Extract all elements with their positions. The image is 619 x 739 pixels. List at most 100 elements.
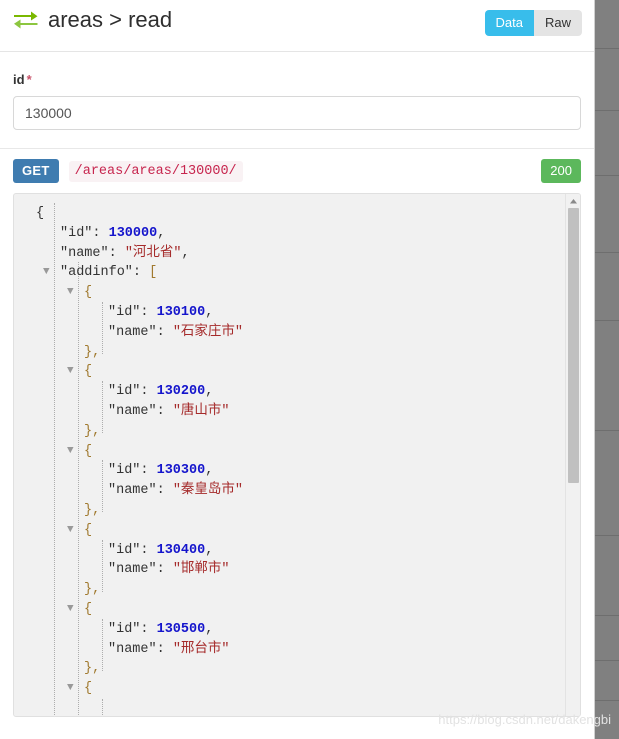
json-separator: :: [108, 245, 125, 261]
json-line: ▼{: [14, 679, 580, 699]
json-comma: ,: [205, 542, 214, 558]
json-line: ▼{: [14, 600, 580, 620]
exchange-arrows-icon: [14, 11, 38, 29]
json-brace: {: [84, 522, 93, 538]
json-line: },: [14, 659, 580, 679]
json-value: "河北省": [124, 245, 182, 261]
json-line-content: "name": "石家庄市": [14, 325, 243, 340]
json-line: "name": "唐山市": [14, 402, 580, 422]
json-line: "id": 130400,: [14, 541, 580, 561]
json-value: 130300: [156, 463, 206, 479]
json-value: 130400: [156, 542, 206, 558]
tab-data[interactable]: Data: [484, 10, 534, 36]
json-comma: ,: [205, 463, 214, 479]
json-line-content: "addinfo": [: [14, 265, 157, 280]
json-line-content: "id": 130400,: [14, 543, 213, 558]
json-brace: {: [84, 364, 93, 380]
json-line: ▼{: [14, 362, 580, 382]
json-key: "name": [108, 641, 157, 657]
json-brace: },: [84, 423, 101, 439]
json-line: "name": "河北省",: [14, 244, 580, 264]
json-key: "name": [108, 562, 157, 578]
json-value: "邯郸市": [172, 562, 230, 578]
json-key: "id": [108, 304, 141, 320]
id-input[interactable]: [13, 96, 581, 130]
json-line-content: "name": "河北省",: [14, 246, 190, 261]
json-key: "name": [60, 245, 109, 261]
collapse-triangle-icon[interactable]: ▼: [67, 283, 74, 303]
json-brace: {: [84, 681, 93, 697]
panel-header: areas > read Data Raw: [0, 0, 594, 52]
json-response-viewer: {"id": 130000, "name": "河北省", ▼ "addinfo": …: [13, 193, 581, 717]
json-line: "name": "邢台市": [14, 640, 580, 660]
json-line: "name": "石家庄市": [14, 323, 580, 343]
json-brace: {: [84, 285, 93, 301]
json-separator: :: [140, 542, 157, 558]
json-value: 130500: [156, 621, 206, 637]
json-line-content: },: [14, 582, 100, 597]
request-summary: GET /areas/areas/130000/ 200: [0, 149, 594, 193]
json-key: "id": [108, 384, 141, 400]
json-line: "id": 130500,: [14, 620, 580, 640]
json-line-content: "id": 130300,: [14, 463, 213, 478]
json-line-content: },: [14, 424, 100, 439]
json-separator: :: [92, 225, 109, 241]
json-key: "name": [108, 403, 157, 419]
view-mode-toggle[interactable]: Data Raw: [484, 10, 582, 36]
json-comma: ,: [205, 621, 214, 637]
json-line-content: },: [14, 345, 100, 360]
collapse-triangle-icon[interactable]: ▼: [67, 442, 74, 462]
json-key: "id": [108, 621, 141, 637]
json-key: "name": [108, 483, 157, 499]
json-line: "id": 130000,: [14, 224, 580, 244]
json-line-content: {: [14, 206, 44, 221]
id-field-label-text: id: [13, 72, 25, 87]
scroll-up-arrow-icon[interactable]: [568, 196, 579, 206]
json-line: ▼{: [14, 442, 580, 462]
json-line-content: "id": 130000,: [14, 226, 165, 241]
json-separator: :: [156, 641, 173, 657]
json-line: {: [14, 204, 580, 224]
required-marker: *: [26, 72, 32, 87]
json-comma: ,: [157, 225, 166, 241]
json-line-content: "name": "唐山市": [14, 404, 230, 419]
json-line-content: },: [14, 661, 100, 676]
json-line-content: "id": 130200,: [14, 384, 213, 399]
json-brace: },: [84, 582, 101, 598]
json-separator: :: [156, 483, 173, 499]
json-scrollbar[interactable]: [565, 194, 580, 716]
json-separator: :: [156, 324, 173, 340]
json-line: },: [14, 343, 580, 363]
json-separator: :: [156, 562, 173, 578]
json-brace: },: [84, 661, 101, 677]
collapse-triangle-icon[interactable]: ▼: [67, 679, 74, 699]
json-key: "name": [108, 324, 157, 340]
json-line: },: [14, 580, 580, 600]
json-line: "name": "秦皇岛市": [14, 481, 580, 501]
json-line-content: {: [14, 681, 92, 696]
json-brace: {: [36, 206, 45, 221]
collapse-triangle-icon[interactable]: ▼: [67, 600, 74, 620]
json-line-content: "id": 130500,: [14, 622, 213, 637]
json-brace: {: [84, 443, 93, 459]
collapse-triangle-icon[interactable]: ▼: [67, 362, 74, 382]
json-line-content: {: [14, 285, 92, 300]
json-line: "id": 130100,: [14, 303, 580, 323]
collapse-triangle-icon[interactable]: ▼: [67, 521, 74, 541]
api-detail-panel: areas > read Data Raw id* GET /areas/are…: [0, 0, 595, 739]
request-form: id *: [0, 52, 594, 149]
json-line-content: "name": "邯郸市": [14, 562, 230, 577]
status-code-badge: 200: [541, 159, 581, 183]
json-value: [: [149, 265, 158, 281]
json-separator: :: [140, 621, 157, 637]
collapse-triangle-icon[interactable]: ▼: [43, 263, 50, 283]
json-line: "id": 130200,: [14, 382, 580, 402]
request-url: /areas/areas/130000/: [68, 160, 243, 182]
tab-raw[interactable]: Raw: [533, 10, 582, 36]
json-key: "addinfo": [60, 265, 133, 281]
scrollbar-thumb[interactable]: [568, 208, 579, 483]
json-line-content: {: [14, 602, 92, 617]
json-separator: :: [156, 403, 173, 419]
json-value: "秦皇岛市": [172, 483, 244, 499]
json-brace: },: [84, 344, 101, 360]
